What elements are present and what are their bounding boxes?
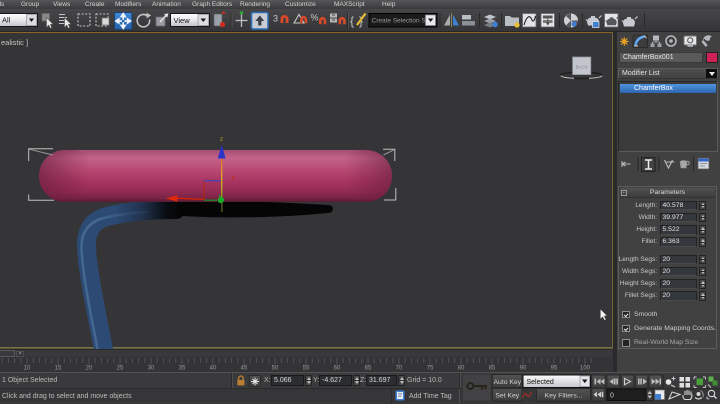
svg-text:All: All bbox=[2, 16, 11, 25]
svg-text:Create Selection Se: Create Selection Se bbox=[372, 18, 430, 25]
svg-text:100: 100 bbox=[580, 366, 591, 372]
svg-text:25: 25 bbox=[117, 366, 124, 372]
svg-text:Key Filters...: Key Filters... bbox=[545, 393, 583, 400]
svg-text:BACK: BACK bbox=[576, 64, 588, 69]
svg-text:60: 60 bbox=[334, 366, 341, 372]
svg-text:65: 65 bbox=[365, 366, 372, 372]
svg-text:0: 0 bbox=[610, 392, 614, 399]
svg-text:15: 15 bbox=[55, 366, 62, 372]
svg-text:10: 10 bbox=[24, 366, 31, 372]
svg-text:View: View bbox=[174, 16, 191, 25]
svg-text:95: 95 bbox=[551, 366, 558, 372]
svg-text:20: 20 bbox=[86, 366, 93, 372]
svg-text:z: z bbox=[220, 136, 223, 143]
svg-text:{: { bbox=[350, 14, 354, 28]
svg-text:45: 45 bbox=[241, 366, 248, 372]
svg-text:75: 75 bbox=[427, 366, 434, 372]
svg-text:40: 40 bbox=[210, 366, 217, 372]
svg-text:80: 80 bbox=[458, 366, 465, 372]
svg-text:35: 35 bbox=[179, 366, 186, 372]
svg-text:85: 85 bbox=[489, 366, 496, 372]
svg-text:30: 30 bbox=[148, 366, 155, 372]
svg-text:55: 55 bbox=[303, 366, 310, 372]
svg-text:50: 50 bbox=[272, 366, 279, 372]
svg-text:%: % bbox=[311, 13, 319, 23]
svg-text:Selected: Selected bbox=[527, 379, 554, 386]
svg-text:Auto Key: Auto Key bbox=[494, 379, 522, 386]
svg-text:90: 90 bbox=[520, 366, 527, 372]
svg-text:3: 3 bbox=[273, 14, 278, 24]
svg-text:Set Key: Set Key bbox=[495, 392, 519, 399]
svg-text:70: 70 bbox=[396, 366, 403, 372]
